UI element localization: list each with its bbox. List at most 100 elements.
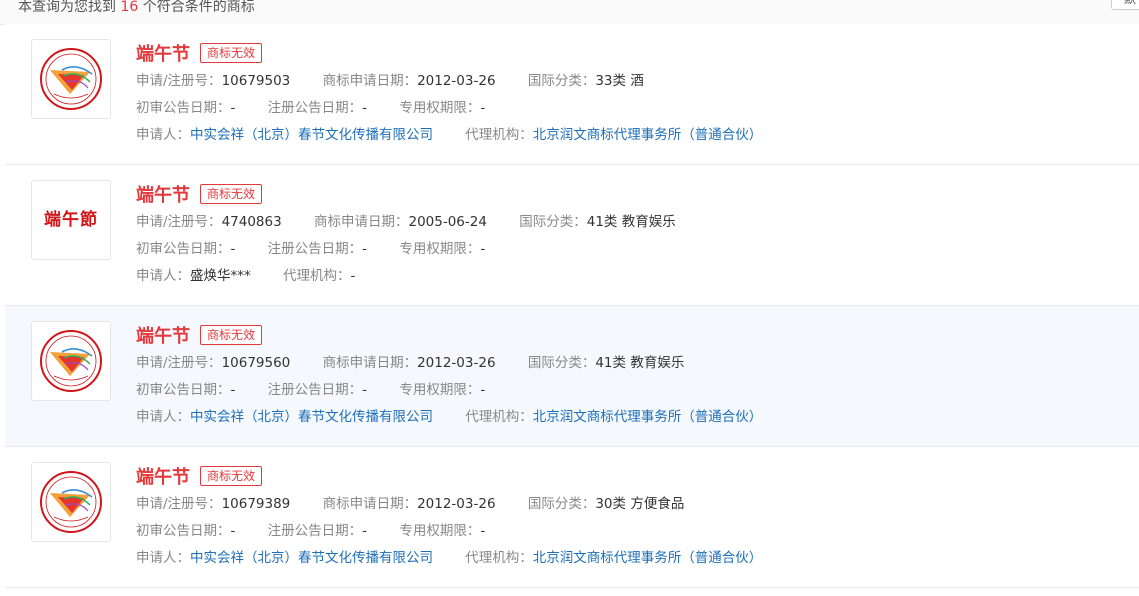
exclusive-label: 专用权期限： <box>399 382 481 398</box>
prelim-date-label: 初审公告日期： <box>136 100 231 116</box>
applicant-link[interactable]: 中实会祥（北京）春节文化传播有限公司 <box>190 550 433 566</box>
trademark-name-link[interactable]: 端午节 <box>136 40 190 66</box>
applicant-label: 申请人： <box>136 550 190 566</box>
status-badge: 商标无效 <box>200 325 263 345</box>
exclusive-field: 专用权期限：- <box>399 377 485 404</box>
meta-line-1: 申请/注册号：10679503 商标申请日期：2012-03-26 国际分类：3… <box>136 68 1116 95</box>
applicant-field: 申请人：中实会祥（北京）春节文化传播有限公司 <box>136 404 433 431</box>
logo-text: 端午節 <box>44 210 98 230</box>
agency-label: 代理机构： <box>465 127 533 143</box>
trademark-row[interactable]: 端午节 商标无效 申请/注册号：10679503 商标申请日期：2012-03-… <box>5 24 1139 165</box>
agency-field: 代理机构：北京润文商标代理事务所（普通合伙） <box>465 122 762 149</box>
agency-link[interactable]: 北京润文商标代理事务所（普通合伙） <box>533 127 763 143</box>
exclusive-field: 专用权期限：- <box>399 518 485 545</box>
prelim-date-label: 初审公告日期： <box>136 241 231 257</box>
title-line: 端午节 商标无效 <box>136 320 1116 350</box>
reg-date-label: 注册公告日期： <box>267 241 363 257</box>
exclusive-value: - <box>480 382 486 398</box>
festival-seal-logo-icon <box>40 48 102 110</box>
prelim-date-field: 初审公告日期：- <box>136 377 235 404</box>
reg-date-label: 注册公告日期： <box>267 382 363 398</box>
trademark-logo-thumbnail[interactable]: 端午節 <box>31 180 111 260</box>
meta-line-3: 申请人：中实会祥（北京）春节文化传播有限公司 代理机构：北京润文商标代理事务所（… <box>136 545 1116 572</box>
title-line: 端午节 商标无效 <box>136 461 1116 491</box>
reg-date-field: 注册公告日期：- <box>268 518 367 545</box>
intl-class-label: 国际分类： <box>527 355 596 371</box>
trademark-row[interactable]: 端午节 商标无效 申请/注册号：10679560 商标申请日期：2012-03-… <box>5 306 1139 447</box>
title-line: 端午节 商标无效 <box>136 179 1116 209</box>
sort-default-button[interactable]: 默 <box>1111 0 1139 10</box>
trademark-logo-thumbnail[interactable] <box>31 462 111 542</box>
reg-no-value: 10679503 <box>221 73 291 89</box>
exclusive-label: 专用权期限： <box>399 100 481 116</box>
exclusive-value: - <box>480 100 486 116</box>
status-badge: 商标无效 <box>200 466 263 486</box>
intl-class-value: 30类 方便食品 <box>595 496 685 512</box>
app-date-field: 商标申请日期：2012-03-26 <box>323 350 496 377</box>
intl-class-field: 国际分类：30类 方便食品 <box>528 491 684 518</box>
results-summary-bar: 本查询为您找到 16 个符合条件的商标 默 <box>0 0 1139 25</box>
trademark-row[interactable]: 端午节 商标无效 申请/注册号：10679389 商标申请日期：2012-03-… <box>5 447 1139 588</box>
summary-suffix: 个符合条件的商标 <box>142 0 255 15</box>
trademark-name-link[interactable]: 端午节 <box>136 181 190 207</box>
trademark-logo-thumbnail[interactable] <box>31 321 111 401</box>
reg-no-label: 申请/注册号： <box>136 214 222 230</box>
applicant-label: 申请人： <box>136 268 190 284</box>
reg-no-field: 申请/注册号：10679503 <box>136 68 290 95</box>
reg-no-field: 申请/注册号：4740863 <box>136 209 282 236</box>
app-date-label: 商标申请日期： <box>313 214 409 230</box>
trademark-logo-thumbnail[interactable] <box>31 39 111 119</box>
app-date-field: 商标申请日期：2005-06-24 <box>314 209 487 236</box>
reg-no-label: 申请/注册号： <box>136 496 222 512</box>
meta-line-3: 申请人：中实会祥（北京）春节文化传播有限公司 代理机构：北京润文商标代理事务所（… <box>136 122 1116 149</box>
applicant-field: 申请人：盛焕华*** <box>136 263 251 290</box>
agency-field: 代理机构：北京润文商标代理事务所（普通合伙） <box>465 404 762 431</box>
result-count: 16 <box>120 0 139 15</box>
app-date-value: 2012-03-26 <box>417 496 496 512</box>
reg-date-field: 注册公告日期：- <box>268 95 367 122</box>
intl-class-field: 国际分类：41类 教育娱乐 <box>528 350 684 377</box>
agency-label: 代理机构： <box>465 409 533 425</box>
results-summary: 本查询为您找到 16 个符合条件的商标 <box>18 0 255 16</box>
exclusive-value: - <box>480 241 486 257</box>
reg-date-field: 注册公告日期：- <box>268 377 367 404</box>
trademark-search-page: 本查询为您找到 16 个符合条件的商标 默 <box>0 0 1139 596</box>
app-date-value: 2012-03-26 <box>417 355 496 371</box>
prelim-date-field: 初审公告日期：- <box>136 95 235 122</box>
agency-link[interactable]: 北京润文商标代理事务所（普通合伙） <box>533 550 763 566</box>
trademark-row[interactable]: 端午節 端午节 商标无效 申请/注册号：4740863 商标申请日期：2005-… <box>5 165 1139 306</box>
intl-class-value: 33类 酒 <box>595 73 644 89</box>
prelim-date-value: - <box>230 523 236 539</box>
reg-no-field: 申请/注册号：10679560 <box>136 350 290 377</box>
trademark-list: 端午节 商标无效 申请/注册号：10679503 商标申请日期：2012-03-… <box>5 24 1139 588</box>
agency-field: 代理机构：北京润文商标代理事务所（普通合伙） <box>465 545 762 572</box>
intl-class-field: 国际分类：33类 酒 <box>528 68 644 95</box>
prelim-date-field: 初审公告日期：- <box>136 236 235 263</box>
agency-value: - <box>350 268 356 284</box>
trademark-info: 端午节 商标无效 申请/注册号：4740863 商标申请日期：2005-06-2… <box>136 179 1116 290</box>
reg-no-label: 申请/注册号： <box>136 73 222 89</box>
applicant-link[interactable]: 中实会祥（北京）春节文化传播有限公司 <box>190 127 433 143</box>
agency-link[interactable]: 北京润文商标代理事务所（普通合伙） <box>533 409 763 425</box>
applicant-link[interactable]: 中实会祥（北京）春节文化传播有限公司 <box>190 409 433 425</box>
reg-no-field: 申请/注册号：10679389 <box>136 491 290 518</box>
trademark-name-link[interactable]: 端午节 <box>136 463 190 489</box>
intl-class-value: 41类 教育娱乐 <box>595 355 685 371</box>
reg-no-value: 4740863 <box>221 214 282 230</box>
exclusive-label: 专用权期限： <box>399 523 481 539</box>
prelim-date-label: 初审公告日期： <box>136 523 231 539</box>
reg-date-value: - <box>362 382 368 398</box>
reg-date-label: 注册公告日期： <box>267 100 363 116</box>
reg-no-label: 申请/注册号： <box>136 355 222 371</box>
trademark-info: 端午节 商标无效 申请/注册号：10679389 商标申请日期：2012-03-… <box>136 461 1116 572</box>
trademark-name-link[interactable]: 端午节 <box>136 322 190 348</box>
meta-line-2: 初审公告日期：- 注册公告日期： - 专用权期限：- <box>136 236 1116 263</box>
exclusive-field: 专用权期限：- <box>399 236 485 263</box>
exclusive-label: 专用权期限： <box>399 241 481 257</box>
applicant-label: 申请人： <box>136 127 190 143</box>
trademark-info: 端午节 商标无效 申请/注册号：10679560 商标申请日期：2012-03-… <box>136 320 1116 431</box>
intl-class-field: 国际分类：41类 教育娱乐 <box>519 209 675 236</box>
app-date-label: 商标申请日期： <box>322 355 418 371</box>
reg-date-value: - <box>362 523 368 539</box>
meta-line-3: 申请人：盛焕华*** 代理机构：- <box>136 263 1116 290</box>
